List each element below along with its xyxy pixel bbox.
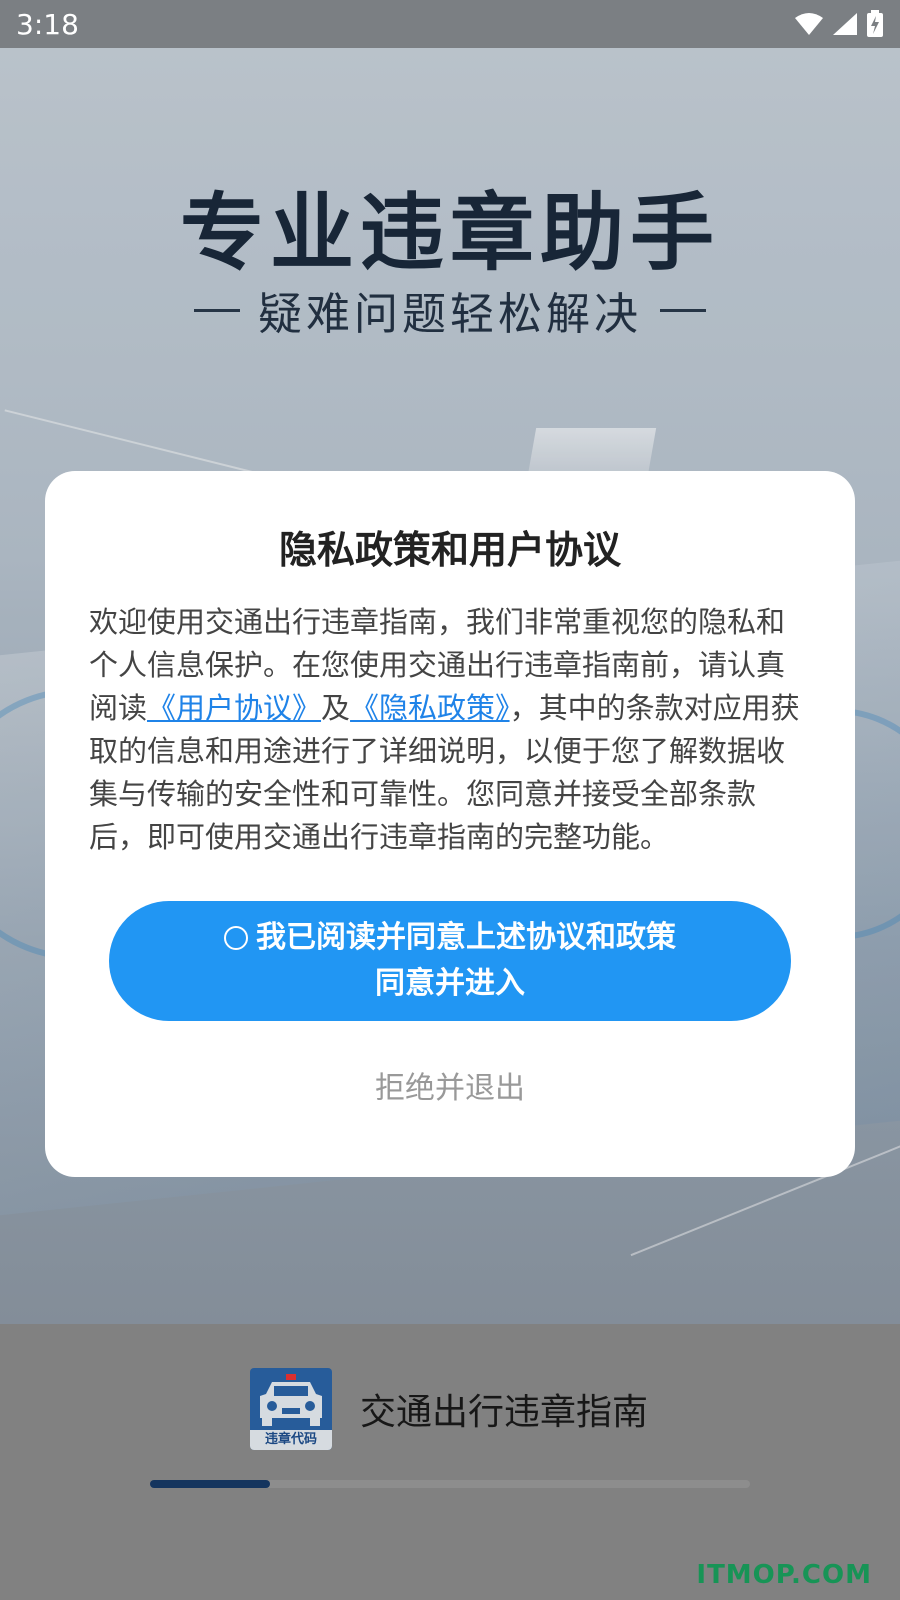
agree-checkbox-label: 我已阅读并同意上述协议和政策 <box>256 920 676 955</box>
body-text: 及 <box>321 691 351 725</box>
signal-icon <box>833 13 857 35</box>
agree-checkbox-row[interactable]: 我已阅读并同意上述协议和政策 <box>224 915 676 961</box>
agree-button-label: 同意并进入 <box>375 966 525 1001</box>
agree-and-enter-button[interactable]: 我已阅读并同意上述协议和政策 同意并进入 <box>109 901 791 1021</box>
agree-radio-icon[interactable] <box>224 926 248 950</box>
dialog-body: 欢迎使用交通出行违章指南，我们非常重视您的隐私和个人信息保护。在您使用交通出行违… <box>89 601 811 859</box>
user-agreement-link[interactable]: 《用户协议》 <box>147 691 321 725</box>
battery-charging-icon <box>867 10 883 37</box>
privacy-dialog: 隐私政策和用户协议 欢迎使用交通出行违章指南，我们非常重视您的隐私和个人信息保护… <box>45 471 855 1177</box>
dialog-title: 隐私政策和用户协议 <box>278 528 621 572</box>
wifi-icon <box>795 13 823 35</box>
reject-and-exit-button[interactable]: 拒绝并退出 <box>45 1063 855 1107</box>
status-bar: 3:18 <box>0 0 900 48</box>
status-icons <box>794 10 884 38</box>
privacy-policy-link[interactable]: 《隐私政策》 <box>350 691 510 725</box>
status-time: 3:18 <box>16 7 79 41</box>
